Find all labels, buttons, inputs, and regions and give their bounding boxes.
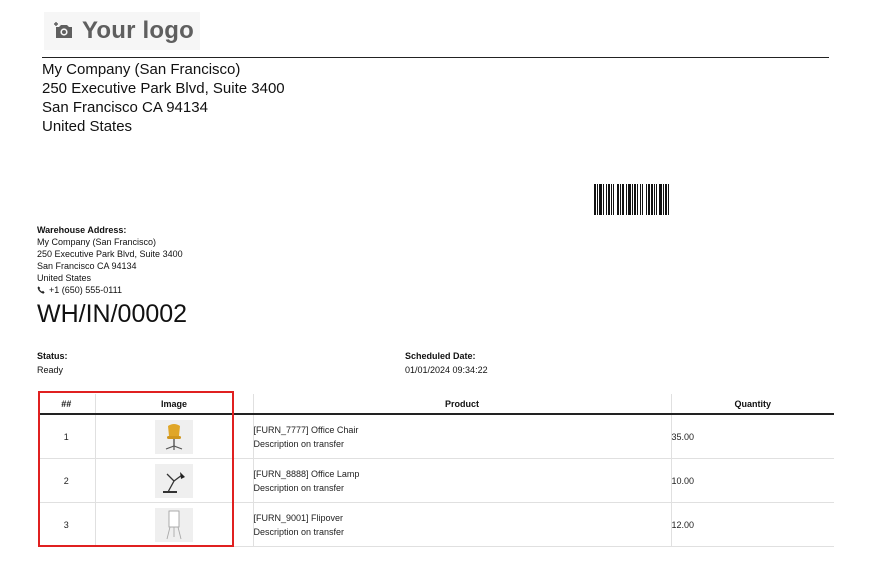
warehouse-phone: +1 (650) 555-0111 [37, 284, 183, 296]
document-title: WH/IN/00002 [37, 300, 188, 328]
product-description: Description on transfer [253, 526, 345, 537]
camera-plus-icon [54, 22, 72, 38]
warehouse-country: United States [37, 273, 92, 283]
status-value: Ready [37, 365, 64, 375]
warehouse-street: 250 Executive Park Blvd, Suite 3400 [37, 249, 183, 259]
warehouse-name: My Company (San Francisco) [37, 237, 157, 247]
product-name: [FURN_9001] Flipover [253, 512, 344, 523]
warehouse-heading: Warehouse Address: [37, 225, 127, 235]
company-country: United States [42, 118, 133, 135]
warehouse-phone-number: +1 (650) 555-0111 [49, 285, 122, 295]
product-description: Description on transfer [253, 438, 345, 449]
header-product: Product [252, 394, 671, 415]
image-column-highlight [38, 391, 234, 547]
quantity-cell: 12.00 [670, 502, 834, 547]
quantity-cell: 10.00 [670, 458, 834, 503]
product-description: Description on transfer [253, 482, 345, 493]
barcode [594, 184, 669, 215]
scheduled-date-block: Scheduled Date: 01/01/2024 09:34:22 [405, 349, 488, 377]
product-cell: [FURN_9001] Flipover Description on tran… [252, 502, 671, 547]
status-block: Status: Ready [37, 349, 68, 377]
header-divider [42, 57, 829, 58]
company-street: 250 Executive Park Blvd, Suite 3400 [42, 80, 285, 97]
quantity-cell: 35.00 [670, 414, 834, 459]
header-quantity: Quantity [670, 394, 834, 415]
product-name: [FURN_8888] Office Lamp [253, 468, 360, 479]
product-name: [FURN_7777] Office Chair [253, 424, 359, 435]
scheduled-date-value: 01/01/2024 09:34:22 [405, 365, 488, 375]
scheduled-date-label: Scheduled Date: [405, 351, 476, 361]
product-cell: [FURN_8888] Office Lamp Description on t… [252, 458, 671, 503]
product-cell: [FURN_7777] Office Chair Description on … [252, 414, 671, 459]
logo-text: Your logo [82, 17, 195, 44]
company-city: San Francisco CA 94134 [42, 99, 208, 116]
phone-icon [37, 286, 45, 294]
company-logo: Your logo [44, 12, 200, 50]
company-name: My Company (San Francisco) [42, 61, 241, 78]
company-address: My Company (San Francisco) 250 Executive… [42, 60, 285, 136]
status-label: Status: [37, 351, 68, 361]
warehouse-city: San Francisco CA 94134 [37, 261, 137, 271]
warehouse-address: Warehouse Address: My Company (San Franc… [37, 224, 183, 296]
